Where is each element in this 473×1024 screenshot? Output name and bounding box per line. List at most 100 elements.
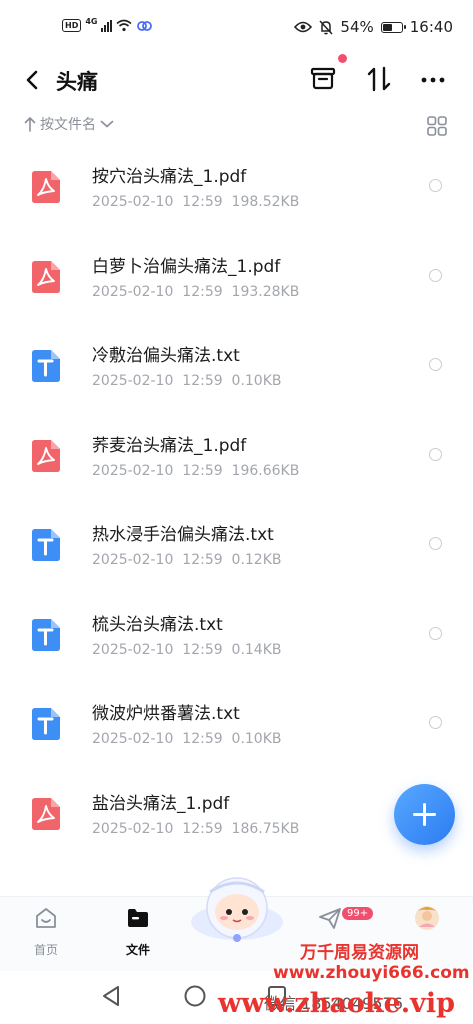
watermark-site: www.zhaoke.vip (218, 988, 455, 1019)
nav-profile[interactable] (397, 905, 457, 935)
add-button[interactable] (394, 784, 455, 845)
home-icon (36, 908, 56, 928)
file-name: 热水浸手治偏头痛法.txt (92, 525, 274, 545)
file-time: 12:59 (182, 731, 223, 747)
file-time: 12:59 (182, 552, 223, 568)
select-radio[interactable] (429, 268, 442, 282)
select-radio[interactable] (429, 716, 442, 729)
file-meta: 2025-02-10 12:59 0.10KB (92, 373, 282, 389)
file-date: 2025-02-10 (92, 820, 174, 837)
send-icon (319, 908, 341, 929)
battery-percent: 54% (340, 18, 374, 36)
file-date: 2025-02-10 (92, 731, 174, 747)
nav-home-label: 首页 (33, 943, 58, 957)
nav-files-label: 文件 (125, 943, 150, 957)
select-radio[interactable] (429, 447, 442, 461)
file-row[interactable]: 白萝卜治偏头痛法_1.pdf 2025-02-10 12:59 193.28KB (0, 230, 473, 320)
pdf-file-icon (31, 797, 61, 831)
battery-icon (380, 21, 406, 33)
file-meta: 2025-02-10 12:59 196.66KB (92, 463, 299, 479)
file-time: 12:59 (182, 462, 223, 479)
system-back-icon[interactable] (100, 984, 122, 1008)
file-time: 12:59 (182, 283, 223, 300)
file-size: 198.52KB (231, 194, 300, 210)
clock: 16:40 (409, 18, 453, 36)
more-icon[interactable] (419, 64, 449, 94)
file-meta: 2025-02-10 12:59 186.75KB (92, 821, 299, 837)
up-arrow-icon (24, 116, 36, 132)
file-date: 2025-02-10 (92, 283, 174, 300)
file-name: 梳头治头痛法.txt (92, 614, 223, 635)
eye-icon (294, 21, 313, 33)
file-size: 0.10KB (231, 373, 282, 389)
file-size: 0.14KB (231, 641, 282, 658)
file-size: 0.12KB (231, 552, 282, 568)
txt-file-icon (31, 528, 61, 562)
file-time: 12:59 (182, 820, 223, 837)
watermark-title: 万千周易资源网 (300, 943, 419, 963)
file-date: 2025-02-10 (92, 194, 174, 210)
txt-file-icon (31, 707, 61, 741)
nav-share[interactable]: 99+ (300, 905, 374, 935)
file-time: 12:59 (182, 373, 223, 389)
txt-file-icon (31, 618, 61, 652)
file-meta: 2025-02-10 12:59 0.12KB (92, 552, 282, 568)
file-size: 193.28KB (231, 283, 300, 300)
file-date: 2025-02-10 (92, 641, 174, 658)
file-row[interactable]: 按穴治头痛法_1.pdf 2025-02-10 12:59 198.52KB (0, 140, 473, 230)
file-date: 2025-02-10 (92, 373, 174, 389)
file-name: 按穴治头痛法_1.pdf (92, 167, 247, 187)
sort-order-icon[interactable] (364, 64, 394, 94)
file-meta: 2025-02-10 12:59 0.10KB (92, 731, 282, 747)
file-size: 0.10KB (231, 731, 282, 747)
hd-icon: HD (62, 19, 82, 32)
pdf-file-icon (31, 439, 61, 473)
notification-dot (338, 54, 347, 63)
file-name: 盐治头痛法_1.pdf (92, 793, 230, 814)
status-right: 54% 16:40 (294, 18, 453, 36)
pdf-file-icon (31, 170, 61, 204)
app-header: 头痛 (0, 54, 473, 106)
select-radio[interactable] (429, 626, 442, 640)
file-row[interactable]: 热水浸手治偏头痛法.txt 2025-02-10 12:59 0.12KB (0, 498, 473, 588)
file-meta: 2025-02-10 12:59 0.14KB (92, 642, 282, 658)
file-row[interactable]: 冷敷治偏头痛法.txt 2025-02-10 12:59 0.10KB (0, 319, 473, 409)
page-title: 头痛 (56, 70, 98, 94)
nav-home[interactable]: 首页 (16, 905, 76, 958)
file-name: 白萝卜治偏头痛法_1.pdf (92, 256, 281, 277)
grid-view-icon[interactable] (426, 115, 448, 137)
notification-badge: 99+ (342, 907, 374, 920)
sort-label: 按文件名 (40, 117, 96, 133)
file-row[interactable]: 微波炉烘番薯法.txt 2025-02-10 12:59 0.10KB (0, 677, 473, 767)
nav-files[interactable]: 文件 (108, 905, 168, 958)
file-name: 冷敷治偏头痛法.txt (92, 346, 240, 366)
archive-icon[interactable] (308, 64, 338, 94)
back-arrow-icon[interactable] (22, 66, 44, 94)
file-time: 12:59 (182, 641, 223, 658)
select-radio[interactable] (429, 537, 442, 550)
mascot-assistant-icon[interactable] (188, 872, 286, 946)
chevron-down-icon (100, 120, 114, 128)
mute-bell-icon (319, 19, 333, 35)
avatar (415, 906, 439, 930)
file-name: 微波炉烘番薯法.txt (92, 704, 240, 724)
txt-file-icon (31, 349, 61, 383)
signal-icon (101, 19, 113, 32)
status-bar: HD 4G 54% 16:40 (0, 0, 473, 56)
wifi-icon (116, 19, 133, 32)
file-size: 186.75KB (231, 820, 300, 837)
status-left: HD 4G (62, 17, 153, 32)
file-list: 按穴治头痛法_1.pdf 2025-02-10 12:59 198.52KB 白萝卜… (0, 140, 473, 856)
pdf-file-icon (31, 260, 61, 294)
folder-icon (128, 909, 148, 927)
file-date: 2025-02-10 (92, 552, 174, 568)
system-home-icon[interactable] (183, 984, 207, 1008)
file-row[interactable]: 荞麦治头痛法_1.pdf 2025-02-10 12:59 196.66KB (0, 409, 473, 499)
file-meta: 2025-02-10 12:59 193.28KB (92, 284, 299, 300)
file-row[interactable]: 梳头治头痛法.txt 2025-02-10 12:59 0.14KB (0, 588, 473, 678)
select-radio[interactable] (429, 179, 442, 192)
file-time: 12:59 (182, 194, 223, 210)
network-type: 4G (85, 17, 98, 26)
sort-selector[interactable]: 按文件名 (24, 114, 114, 134)
select-radio[interactable] (429, 358, 442, 371)
